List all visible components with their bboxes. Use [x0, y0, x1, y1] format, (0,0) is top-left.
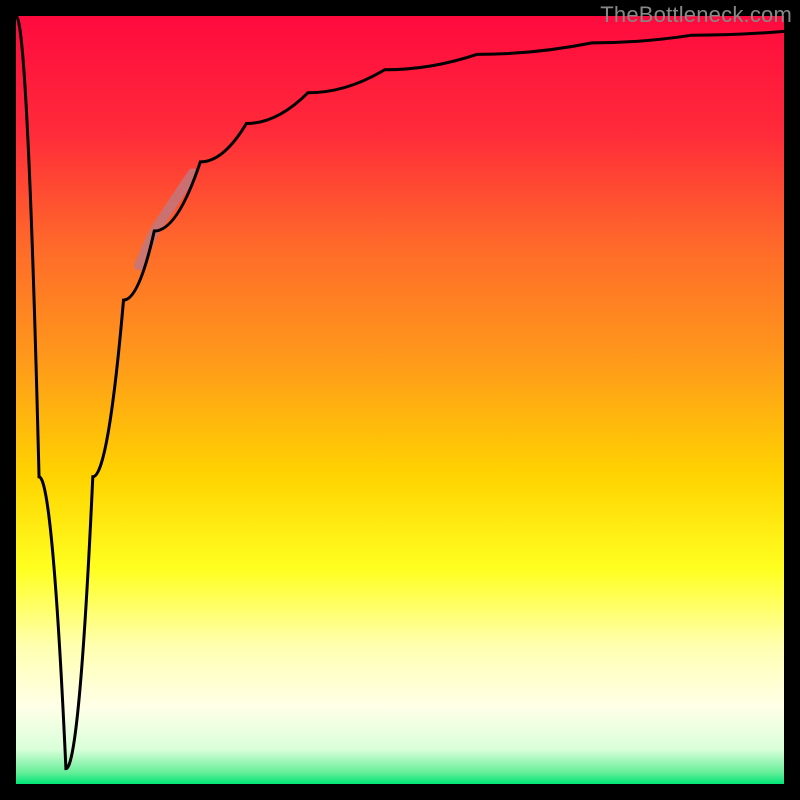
watermark-label: TheBottleneck.com [600, 2, 792, 28]
plot-area [16, 16, 784, 784]
highlighted-curve-segment [139, 173, 193, 265]
chart-frame: TheBottleneck.com [0, 0, 800, 800]
bottleneck-curve [16, 16, 784, 769]
curve-layer [16, 16, 784, 784]
